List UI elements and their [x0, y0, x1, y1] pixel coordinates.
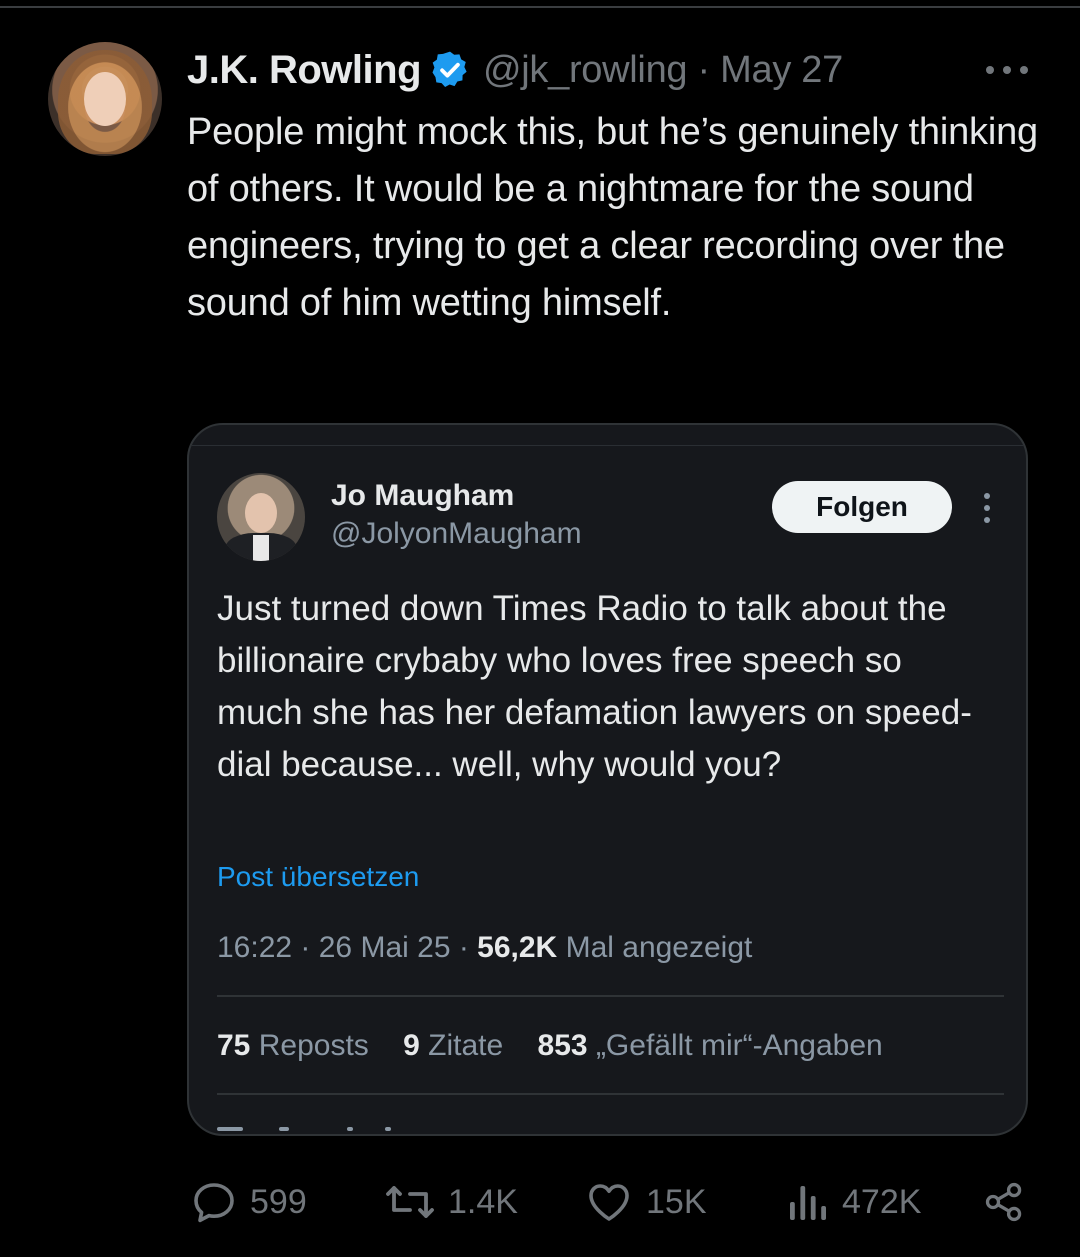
quotes-count: 9 — [403, 1029, 420, 1062]
views-bar-chart-icon — [786, 1178, 830, 1226]
repost-count: 1.4K — [448, 1182, 518, 1221]
quotes-stat[interactable]: 9 Zitate — [403, 1029, 511, 1062]
share-button[interactable] — [982, 1172, 1026, 1232]
cut-glyph — [385, 1127, 391, 1131]
tweet-date[interactable]: May 27 — [720, 49, 843, 91]
more-vertical-icon[interactable] — [983, 493, 991, 523]
dot — [1020, 66, 1028, 74]
follow-button[interactable]: Folgen — [772, 481, 952, 533]
views-button[interactable]: 472K — [786, 1172, 921, 1232]
heart-icon — [584, 1178, 634, 1226]
quoted-author-handle[interactable]: @JolyonMaugham — [331, 517, 582, 551]
meta-separator: · — [458, 931, 478, 964]
author-avatar[interactable] — [48, 42, 162, 156]
avatar-shirt — [253, 535, 269, 561]
cut-off-row — [217, 1123, 417, 1134]
verified-badge-icon — [429, 49, 471, 91]
cut-glyph — [347, 1127, 353, 1131]
author-handle[interactable]: @jk_rowling — [483, 49, 688, 91]
dot — [1003, 66, 1011, 74]
likes-count: 853 — [537, 1029, 588, 1062]
share-icon — [982, 1178, 1026, 1226]
cut-glyph — [217, 1127, 243, 1131]
card-divider — [217, 1093, 1004, 1095]
reply-icon — [190, 1178, 238, 1226]
tweet-action-bar: 599 1.4K 15K 472K — [0, 1172, 1080, 1232]
dot — [986, 66, 994, 74]
quoted-tweet-text: Just turned down Times Radio to talk abo… — [217, 589, 972, 784]
repost-icon — [384, 1178, 436, 1226]
dot — [984, 505, 990, 511]
views-count: 56,2K — [477, 931, 558, 964]
top-divider — [0, 6, 1080, 8]
handle-and-date: @jk_rowling · May 27 — [483, 49, 843, 92]
author-name[interactable]: J.K. Rowling — [187, 48, 422, 93]
reply-button[interactable]: 599 — [190, 1172, 307, 1232]
views-count: 472K — [842, 1182, 922, 1221]
quoted-author-avatar[interactable] — [217, 473, 305, 561]
reposts-count: 75 — [217, 1029, 251, 1062]
tweet-text: People might mock this, but he’s genuine… — [187, 111, 1038, 324]
avatar-head — [245, 493, 277, 533]
reposts-label: Reposts — [258, 1029, 369, 1062]
tweet-header: J.K. Rowling @jk_rowling · May 27 — [187, 44, 843, 96]
cut-glyph — [279, 1127, 289, 1131]
meta-separator: · — [697, 48, 711, 91]
meta-separator: · — [300, 931, 319, 964]
dot — [984, 517, 990, 523]
more-horizontal-icon[interactable] — [986, 58, 1028, 82]
likes-stat[interactable]: 853 „Gefällt mir“-Angaben — [538, 1029, 883, 1062]
likes-label: „Gefällt mir“-Angaben — [595, 1029, 883, 1062]
like-button[interactable]: 15K — [584, 1172, 707, 1232]
views-label: Mal angezeigt — [565, 931, 753, 964]
quoted-tweet-card[interactable]: Jo Maugham @JolyonMaugham Folgen Just tu… — [187, 423, 1028, 1136]
quoted-date: 26 Mai 25 — [318, 931, 451, 964]
quoted-tweet-stats: 75 Reposts 9 Zitate 853 „Gefällt mir“-An… — [217, 1029, 909, 1063]
card-top-divider — [189, 445, 1026, 446]
card-divider — [217, 995, 1004, 997]
dot — [984, 493, 990, 499]
reply-count: 599 — [250, 1182, 307, 1221]
reposts-stat[interactable]: 75 Reposts — [217, 1029, 377, 1062]
avatar-face — [84, 72, 126, 126]
quoted-author-name[interactable]: Jo Maugham — [331, 479, 514, 513]
quoted-tweet-meta: 16:22 · 26 Mai 25 · 56,2K Mal angezeigt — [217, 931, 752, 965]
quoted-time: 16:22 — [217, 931, 293, 964]
repost-button[interactable]: 1.4K — [384, 1172, 518, 1232]
quotes-label: Zitate — [428, 1029, 504, 1062]
translate-post-link[interactable]: Post übersetzen — [217, 861, 419, 893]
like-count: 15K — [646, 1182, 707, 1221]
